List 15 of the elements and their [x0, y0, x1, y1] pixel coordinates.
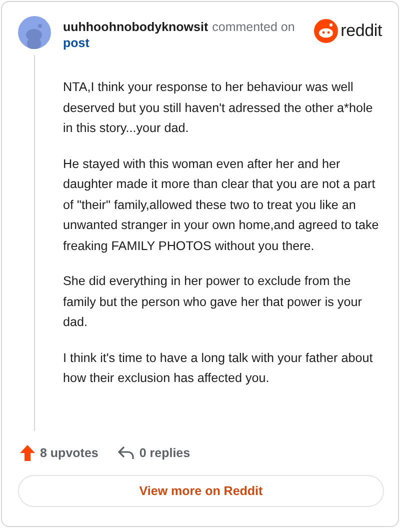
comment-paragraph: He stayed with this woman even after her and her daughter made it more than clear that you are not a part of "their" family,allowed these two to treat you like an unwanted stranger in your own home,and agreed to take freaking FAMILY PHOTOS without you there.: [63, 156, 380, 255]
comment-paragraph: I think it's time to have a long talk with your father about how their exclusion has affected you.: [63, 350, 374, 387]
author-name[interactable]: uuhhoohnobodyknowsit: [63, 20, 208, 34]
comment-paragraph: She did everything in her power to exclude from the family but the person who gave her that power is your dad.: [63, 273, 363, 331]
action-text: commented on: [212, 20, 295, 34]
comment-paragraph: NTA,I think your response to her behaviour was well deserved but you still haven't adressed the other a*hole in this story...your dad.: [63, 79, 374, 137]
post-link[interactable]: post: [63, 35, 314, 51]
reddit-wordmark: reddit: [340, 21, 382, 41]
reply-count: 0 replies: [139, 446, 190, 460]
reddit-logo-icon: [314, 19, 338, 43]
view-more-button[interactable]: View more on Reddit: [18, 475, 384, 507]
avatar-icon: [18, 16, 51, 49]
upvote-count: 8 upvotes: [40, 446, 98, 460]
reply-arrow-icon[interactable]: [118, 446, 134, 460]
upvote-arrow-icon[interactable]: [20, 445, 35, 461]
